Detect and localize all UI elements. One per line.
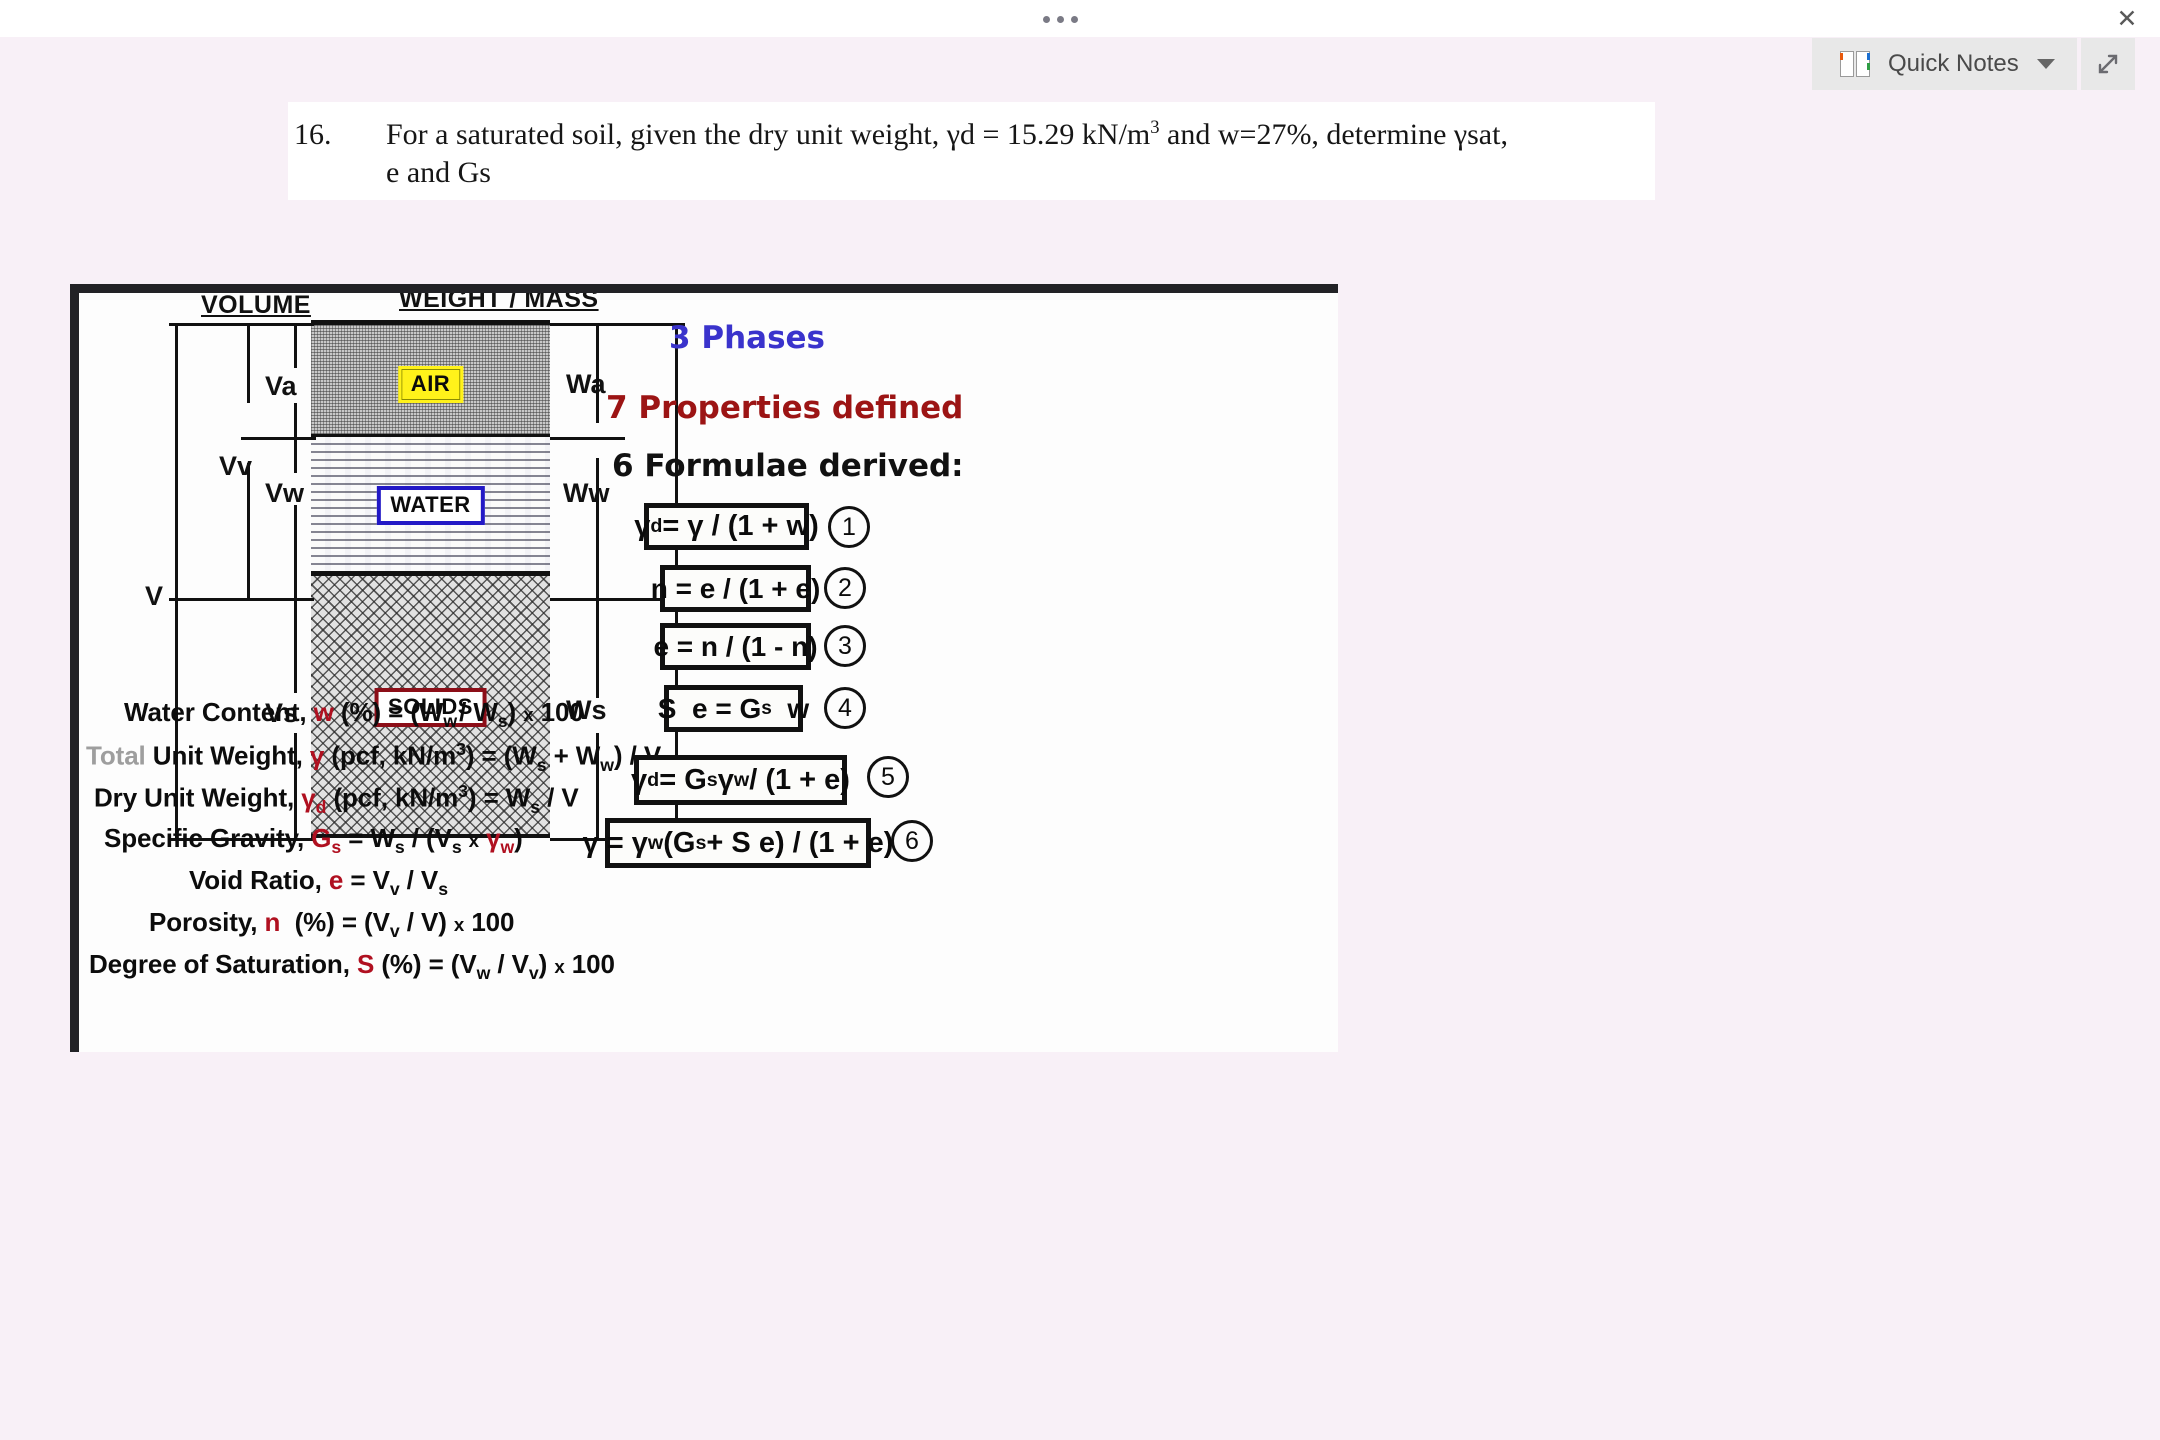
formula-number-3: 3 <box>824 625 866 667</box>
vv-label: Vv <box>219 451 253 481</box>
property-void-ratio: Void Ratio, e = Vv / Vs <box>189 865 448 900</box>
ws-line-upper <box>596 598 599 698</box>
formula-number-6: 6 <box>891 820 933 862</box>
formula-box-5: γd = Gs γw / (1 + e) <box>631 755 850 805</box>
vs-line-upper <box>294 598 297 693</box>
phase-block-water: WATER <box>311 437 550 576</box>
quick-notes-button[interactable]: Quick Notes <box>1812 38 2077 90</box>
notebook-tab-green <box>1867 62 1870 70</box>
notebook-tab-blue <box>1867 52 1870 60</box>
expand-diagonal-arrow-icon <box>2098 54 2117 74</box>
app-root: ✕ Quick Notes 16. For a saturated soil, … <box>0 0 2160 1440</box>
vv-line-lower <box>247 463 250 598</box>
va-label: Va <box>265 371 297 401</box>
question-line-1: 16. For a saturated soil, given the dry … <box>288 116 1655 154</box>
question-number: 16. <box>294 118 332 151</box>
tick-air-water-right <box>550 437 625 440</box>
property-water-content: Water Content, w (%) = (Ww / Ws) x 100 <box>124 697 584 732</box>
volume-total-label: V <box>145 581 164 611</box>
property-specific-gravity: Specific Gravity, Gs = Ws / (Vs x γw) <box>104 823 523 858</box>
notebook-icon <box>1840 50 1870 78</box>
ellipsis-dot <box>1042 15 1050 23</box>
question-text-a: For a saturated soil, given the dry unit… <box>386 118 1151 151</box>
property-total-unit-weight: Total Unit Weight, γ (pcf, kN/m3) = (Ws … <box>86 739 661 775</box>
formula-number-2: 2 <box>824 567 866 609</box>
air-label: AIR <box>397 366 464 403</box>
question-text-box[interactable]: 16. For a saturated soil, given the dry … <box>288 102 1655 200</box>
heading-7-properties: 7 Properties defined <box>606 390 964 426</box>
ellipsis-dot <box>1070 15 1078 23</box>
formula-box-3: e = n / (1 - n) <box>653 623 818 670</box>
diagram-canvas: VOLUME WEIGHT / MASS AIR WATER SOLIDS V … <box>79 293 1338 1052</box>
vv-line-upper <box>247 323 250 403</box>
tick-air-water-left <box>241 437 316 440</box>
more-options-ellipsis-icon[interactable] <box>1020 4 1100 34</box>
window-title-strip: ✕ <box>0 0 2160 37</box>
wa-label: Wa <box>566 369 606 399</box>
ellipsis-dot <box>1056 15 1064 23</box>
formula-number-4: 4 <box>824 687 866 729</box>
chevron-down-icon[interactable] <box>2036 59 2055 69</box>
question-body: For a saturated soil, given the dry unit… <box>386 116 1655 154</box>
weight-mass-header: WEIGHT / MASS <box>399 285 599 313</box>
question-line-2: e and Gs <box>386 156 491 190</box>
tick-top-left <box>169 323 314 326</box>
expand-button[interactable] <box>2080 38 2135 90</box>
quick-notes-toolbar: Quick Notes <box>1812 38 2135 90</box>
tick-top-right <box>550 323 685 326</box>
tick-water-solids-left <box>169 598 314 601</box>
question-text-b: and w=27%, determine γsat, <box>1159 118 1508 151</box>
va-line-upper <box>294 323 297 368</box>
property-degree-of-saturation: Degree of Saturation, S (%) = (Vw / Vv) … <box>89 949 615 984</box>
formula-box-4: S e = Gs w <box>658 685 809 732</box>
property-dry-unit-weight: Dry Unit Weight, γd (pcf, kN/m3) = Ws / … <box>94 781 579 817</box>
formula-box-1: γd = γ / (1 + w) <box>634 503 819 550</box>
vw-label: Vw <box>265 478 305 508</box>
phase-block-air: AIR <box>311 320 550 437</box>
notebook-tab-orange <box>1840 52 1843 60</box>
formula-number-1: 1 <box>828 506 870 548</box>
question-superscript: 3 <box>1150 117 1160 138</box>
property-porosity: Porosity, n (%) = (Vv / V) x 100 <box>149 907 515 942</box>
formula-box-6: γ = γw (G s + S e) / (1 + e) <box>583 818 893 868</box>
volume-total-line-upper <box>175 323 178 598</box>
ww-label: Ww <box>563 478 610 508</box>
heading-3-phases: 3 Phases <box>669 320 825 356</box>
heading-6-formulae: 6 Formulae derived: <box>612 448 964 484</box>
ww-line-upper <box>596 538 599 598</box>
formula-box-2: n = e / (1 + e) <box>651 565 820 612</box>
quick-notes-label: Quick Notes <box>1888 50 2019 77</box>
formula-number-5: 5 <box>867 756 909 798</box>
soil-phase-diagram-image[interactable]: VOLUME WEIGHT / MASS AIR WATER SOLIDS V … <box>70 284 1338 1052</box>
vw-line-lower <box>294 505 297 598</box>
volume-header: VOLUME <box>201 291 311 319</box>
water-label: WATER <box>376 486 485 525</box>
close-icon[interactable]: ✕ <box>2102 0 2152 36</box>
